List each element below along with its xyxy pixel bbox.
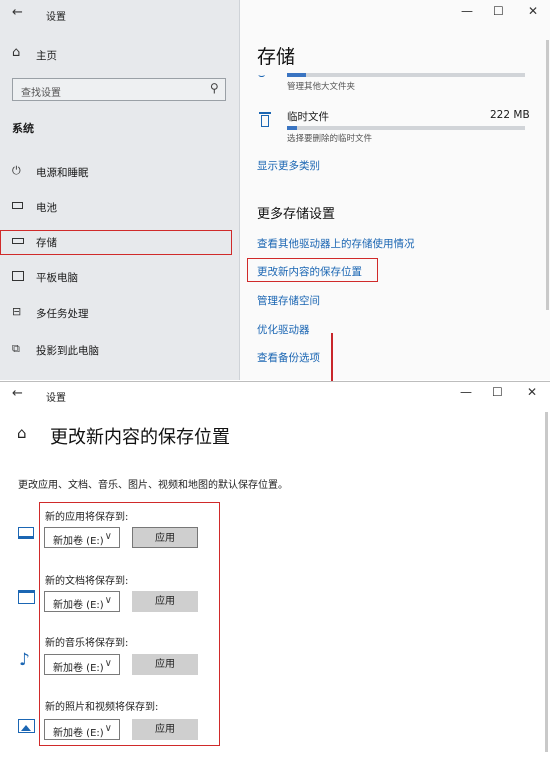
link-other-drives-usage[interactable]: 查看其他驱动器上的存储使用情况 — [257, 236, 415, 251]
close-button[interactable]: ✕ — [528, 4, 538, 18]
tablet-icon — [12, 269, 26, 283]
back-arrow-icon[interactable]: ← — [12, 5, 23, 20]
settings-window-storage: ← 设置 ⌂ 主页 查找设置 ⚲ 系统 ⏻ 电源和睡眠 电池 存储 平板电脑 ⊟… — [0, 0, 550, 380]
photos-apply-button[interactable]: 应用 — [132, 719, 198, 740]
chevron-down-icon: ∨ — [104, 595, 112, 606]
link-manage-storage-spaces[interactable]: 管理存储空间 — [257, 293, 320, 308]
music-drive-value: 新加卷 (E:) — [53, 663, 104, 674]
folder-icon — [18, 590, 35, 604]
documents-save-label: 新的文档将保存到: — [45, 576, 129, 587]
photos-drive-select[interactable]: 新加卷 (E:) ∨ — [44, 719, 120, 740]
maximize-button[interactable]: ☐ — [493, 4, 504, 18]
picture-icon — [18, 719, 35, 733]
home-icon: ⌂ — [12, 45, 21, 60]
apps-apply-button[interactable]: 应用 — [132, 527, 198, 548]
music-drive-select[interactable]: 新加卷 (E:) ∨ — [44, 654, 120, 675]
window-title: 设置 — [46, 12, 66, 23]
chevron-down-icon: ∨ — [104, 658, 112, 669]
sidebar-item-battery[interactable]: 电池 — [0, 194, 239, 220]
trash-icon — [259, 112, 271, 128]
page-description: 更改应用、文档、音乐、图片、视频和地图的默认保存位置。 — [18, 480, 288, 491]
apps-save-label: 新的应用将保存到: — [45, 512, 129, 523]
close-button[interactable]: ✕ — [527, 385, 537, 399]
section-heading-system: 系统 — [12, 122, 34, 135]
search-placeholder: 查找设置 — [21, 88, 61, 99]
temp-files-name[interactable]: 临时文件 — [287, 109, 329, 124]
scrollbar[interactable] — [546, 40, 549, 310]
page-title: 存储 — [257, 46, 296, 68]
multitask-icon: ⊟ — [12, 305, 22, 318]
sidebar-item-label: 电池 — [36, 202, 57, 214]
sidebar-item-label: 多任务处理 — [36, 308, 89, 320]
music-save-label: 新的音乐将保存到: — [45, 638, 129, 649]
close-icon: ✕ — [527, 385, 538, 399]
show-more-categories-link[interactable]: 显示更多类别 — [257, 158, 320, 173]
monitor-icon — [18, 527, 34, 539]
project-icon: ⧉ — [12, 342, 20, 355]
sidebar-item-label: 平板电脑 — [36, 272, 78, 284]
large-files-usage-bar — [287, 73, 525, 77]
search-input[interactable]: 查找设置 ⚲ — [12, 78, 226, 101]
minimize-button[interactable]: — — [461, 4, 473, 18]
maximize-button[interactable]: ☐ — [492, 385, 503, 399]
minimize-icon: — — [460, 385, 472, 399]
page-title: 更改新内容的保存位置 — [50, 427, 230, 448]
link-optimize-drives[interactable]: 优化驱动器 — [257, 322, 310, 337]
home-icon[interactable]: ⌂ — [17, 424, 27, 442]
documents-apply-button[interactable]: 应用 — [132, 591, 198, 612]
chevron-down-icon: ∨ — [104, 723, 112, 734]
scrollbar[interactable] — [545, 412, 548, 752]
music-note-icon: ♪ — [19, 650, 30, 670]
documents-drive-value: 新加卷 (E:) — [53, 600, 104, 611]
apps-drive-value: 新加卷 (E:) — [53, 536, 104, 547]
close-icon: ✕ — [528, 4, 539, 18]
link-backup-options[interactable]: 查看备份选项 — [257, 350, 320, 365]
large-files-desc: 管理其他大文件夹 — [287, 82, 356, 92]
battery-icon — [12, 199, 26, 213]
photos-drive-value: 新加卷 (E:) — [53, 728, 104, 739]
window-title: 设置 — [46, 393, 66, 404]
temp-files-desc: 选择要删除的临时文件 — [287, 134, 373, 144]
storage-main-pane: — ☐ ✕ 存储 ⌣ 管理其他大文件夹 临时文件 222 MB 选择要删除的临时… — [240, 0, 550, 380]
more-storage-heading: 更多存储设置 — [257, 207, 336, 222]
highlight-box-save-location — [247, 258, 378, 282]
sidebar-item-label: 电源和睡眠 — [36, 167, 89, 179]
chevron-down-icon: ∨ — [104, 531, 112, 542]
photos-videos-save-label: 新的照片和视频将保存到: — [45, 702, 159, 713]
highlight-box-storage — [0, 230, 232, 255]
sidebar-item-label: 投影到此电脑 — [36, 345, 99, 357]
back-arrow-icon[interactable]: ← — [12, 386, 23, 401]
nav-home-label: 主页 — [36, 50, 57, 62]
nav-home[interactable]: ⌂ 主页 — [0, 42, 239, 66]
temp-files-size: 222 MB — [490, 109, 530, 121]
temp-files-usage-fill — [287, 126, 297, 130]
sidebar-item-multitask[interactable]: ⊟ 多任务处理 — [0, 300, 239, 326]
sidebar-item-tablet[interactable]: 平板电脑 — [0, 264, 239, 290]
maximize-icon: ☐ — [492, 385, 503, 399]
temp-files-usage-bar — [287, 126, 525, 130]
settings-sidebar: ← 设置 ⌂ 主页 查找设置 ⚲ 系统 ⏻ 电源和睡眠 电池 存储 平板电脑 ⊟… — [0, 0, 240, 380]
power-icon: ⏻ — [12, 164, 21, 177]
folder-icon: ⌣ — [258, 69, 266, 82]
apps-drive-select[interactable]: 新加卷 (E:) ∨ — [44, 527, 120, 548]
large-files-usage-fill — [287, 73, 307, 77]
documents-drive-select[interactable]: 新加卷 (E:) ∨ — [44, 591, 120, 612]
search-icon[interactable]: ⚲ — [210, 81, 219, 95]
settings-window-save-locations: ← 设置 — ☐ ✕ ⌂ 更改新内容的保存位置 更改应用、文档、音乐、图片、视频… — [0, 381, 550, 761]
minimize-button[interactable]: — — [460, 385, 472, 399]
sidebar-item-project[interactable]: ⧉ 投影到此电脑 — [0, 337, 239, 363]
maximize-icon: ☐ — [493, 4, 504, 18]
sidebar-item-power-sleep[interactable]: ⏻ 电源和睡眠 — [0, 159, 239, 185]
minimize-icon: — — [461, 4, 473, 18]
music-apply-button[interactable]: 应用 — [132, 654, 198, 675]
